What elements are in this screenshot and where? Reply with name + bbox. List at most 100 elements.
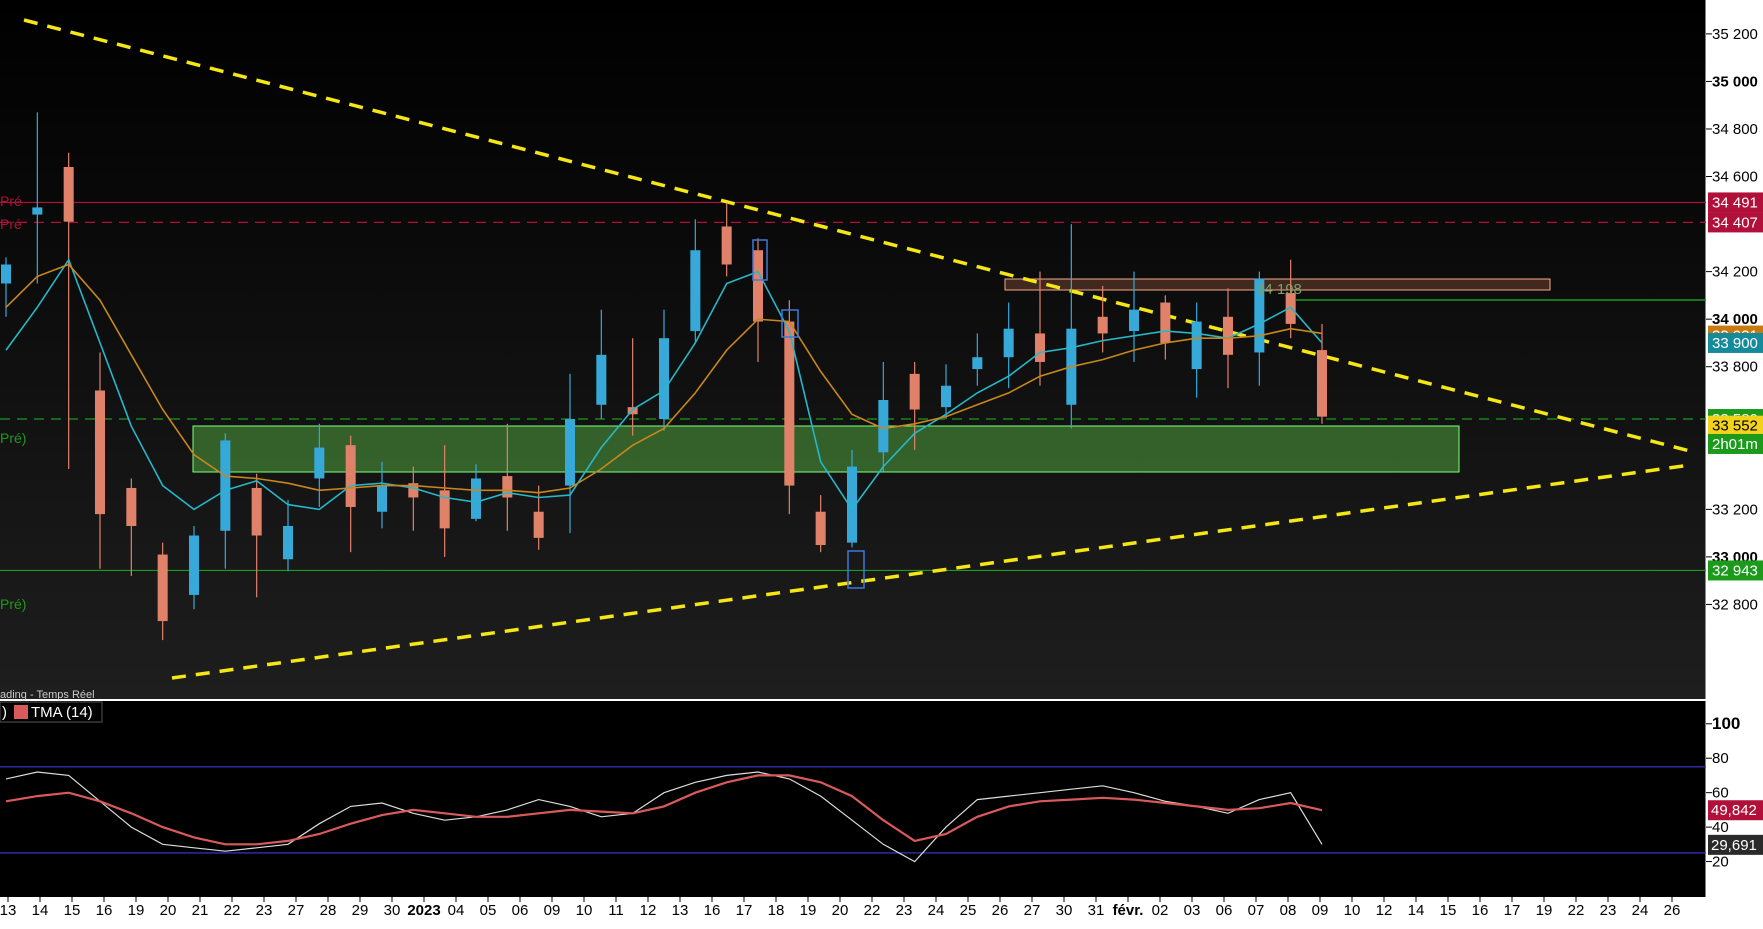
oscillator-panel-background bbox=[0, 700, 1706, 897]
level-annotation: 34 198 bbox=[1256, 281, 1302, 298]
candle-body bbox=[220, 440, 231, 531]
candle-body bbox=[658, 338, 670, 420]
x-tick-label: 02 bbox=[1152, 902, 1169, 919]
x-tick-label: 22 bbox=[224, 902, 241, 919]
x-tick-label: 05 bbox=[480, 902, 497, 919]
x-tick-label: févr. bbox=[1113, 902, 1144, 919]
x-tick-label: 15 bbox=[1440, 902, 1457, 919]
candle-body bbox=[1003, 328, 1014, 358]
candle-body bbox=[1191, 321, 1202, 370]
x-tick-label: 23 bbox=[896, 902, 913, 919]
x-tick-label: 10 bbox=[576, 902, 593, 919]
x-tick-label: 16 bbox=[96, 902, 113, 919]
osc-tick-label: 100 bbox=[1712, 714, 1740, 733]
x-tick-label: 19 bbox=[800, 902, 817, 919]
x-tick-label: 31 bbox=[1088, 902, 1105, 919]
x-tick-label: 09 bbox=[1312, 902, 1329, 919]
y-tick-label: 33 200 bbox=[1712, 501, 1758, 518]
candle-body bbox=[314, 447, 325, 479]
y-tick-label: 32 800 bbox=[1712, 596, 1758, 613]
price-label-text: 34 407 bbox=[1712, 214, 1758, 231]
level-label: Pré bbox=[0, 193, 22, 209]
price-panel-background bbox=[0, 0, 1706, 700]
x-tick-label: 12 bbox=[1376, 902, 1393, 919]
x-tick-label: 13 bbox=[672, 902, 689, 919]
candle-body bbox=[596, 354, 607, 405]
chart-canvas: Pré Pré Pré) Pré) 34 198 ading - Temps R… bbox=[0, 0, 1763, 929]
x-tick-label: 14 bbox=[32, 902, 49, 919]
x-tick-label: 21 bbox=[192, 902, 209, 919]
x-tick-label: 10 bbox=[1344, 902, 1361, 919]
x-tick-label: 27 bbox=[288, 902, 305, 919]
candle-body bbox=[1034, 333, 1046, 362]
y-tick-label: 34 600 bbox=[1712, 169, 1758, 186]
osc-tick-label: 20 bbox=[1712, 854, 1729, 871]
candle-body bbox=[940, 385, 952, 408]
level-label: Pré) bbox=[0, 430, 26, 446]
candle-body bbox=[1160, 302, 1171, 343]
x-tick-label: 22 bbox=[864, 902, 881, 919]
x-tick-label: 30 bbox=[1056, 902, 1073, 919]
candle-body bbox=[1128, 309, 1140, 332]
candle-body bbox=[63, 167, 74, 222]
x-tick-label: 18 bbox=[768, 902, 785, 919]
x-tick-label: 30 bbox=[384, 902, 401, 919]
x-tick-label: 2023 bbox=[407, 902, 440, 919]
data-source-label: ading - Temps Réel bbox=[0, 689, 95, 701]
x-tick-label: 15 bbox=[64, 902, 81, 919]
y-tick-label: 34 200 bbox=[1712, 264, 1758, 281]
osc-value-text: 29,691 bbox=[1711, 837, 1757, 854]
x-tick-label: 20 bbox=[832, 902, 849, 919]
x-tick-label: 16 bbox=[704, 902, 721, 919]
osc-tick-label: 80 bbox=[1712, 750, 1729, 767]
x-tick-label: 11 bbox=[608, 902, 624, 919]
candle-body bbox=[32, 207, 43, 215]
price-label-text: 33 552 bbox=[1712, 418, 1758, 435]
candle-body bbox=[690, 250, 701, 332]
chart-window: Pré Pré Pré) Pré) 34 198 ading - Temps R… bbox=[0, 0, 1763, 929]
x-tick-label: 08 bbox=[1280, 902, 1297, 919]
price-label-text: 34 491 bbox=[1712, 194, 1758, 211]
candle-body bbox=[0, 264, 12, 284]
candle-body bbox=[376, 485, 388, 512]
candle-body bbox=[188, 535, 200, 595]
candle-body bbox=[909, 373, 920, 410]
x-tick-label: 27 bbox=[1024, 902, 1041, 919]
x-tick-label: 20 bbox=[160, 902, 177, 919]
x-tick-label: 22 bbox=[1568, 902, 1585, 919]
level-label: Pré bbox=[0, 216, 22, 232]
x-tick-label: 09 bbox=[544, 902, 561, 919]
osc-value-text: 49,842 bbox=[1711, 802, 1757, 819]
y-tick-label: 35 200 bbox=[1712, 26, 1758, 43]
candle-body bbox=[126, 487, 137, 526]
x-tick-label: 19 bbox=[128, 902, 145, 919]
price-label-text: 2h01m bbox=[1712, 436, 1758, 453]
candle-body bbox=[752, 250, 764, 322]
candle-body bbox=[564, 419, 576, 486]
osc-tick-label: 40 bbox=[1712, 819, 1729, 836]
indicator-swatch bbox=[14, 705, 28, 719]
x-tick-label: 24 bbox=[928, 902, 945, 919]
osc-tick-label: 60 bbox=[1712, 785, 1729, 802]
candle-body bbox=[282, 526, 294, 560]
candle-body bbox=[251, 487, 262, 536]
candle-body bbox=[1316, 350, 1328, 417]
x-tick-label: 12 bbox=[640, 902, 657, 919]
level-label: Pré) bbox=[0, 596, 26, 612]
y-tick-label: 33 800 bbox=[1712, 359, 1758, 376]
x-tick-label: 06 bbox=[512, 902, 529, 919]
x-tick-label: 13 bbox=[0, 902, 16, 919]
x-tick-label: 03 bbox=[1184, 902, 1201, 919]
x-tick-label: 26 bbox=[1664, 902, 1681, 919]
x-tick-label: 19 bbox=[1536, 902, 1553, 919]
candle-body bbox=[94, 390, 106, 515]
x-tick-label: 26 bbox=[992, 902, 1009, 919]
candle-body bbox=[157, 554, 168, 622]
x-tick-label: 14 bbox=[1408, 902, 1425, 919]
x-tick-label: 06 bbox=[1216, 902, 1233, 919]
candle-body bbox=[345, 445, 356, 507]
support-zone[interactable] bbox=[192, 425, 1460, 473]
y-tick-label: 34 800 bbox=[1712, 121, 1758, 138]
x-tick-label: 07 bbox=[1248, 902, 1265, 919]
x-tick-label: 23 bbox=[1600, 902, 1617, 919]
